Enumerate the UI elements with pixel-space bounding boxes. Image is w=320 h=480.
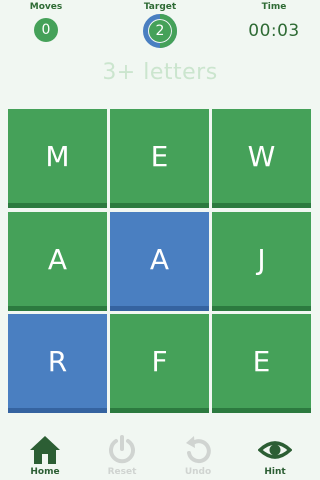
undo-label: Undo [184,467,212,477]
letter-grid: M E W A A J R F E [8,109,311,413]
time-label: Time [261,2,287,12]
target-ring: 2 [143,14,177,48]
letter-tile[interactable]: E [212,314,311,413]
moves-label: Moves [29,2,63,12]
tile-letter: R [47,344,68,378]
time-value: 00:03 [248,21,300,41]
tile-letter: A [149,242,170,276]
home-icon [30,436,60,464]
letter-tile[interactable]: A [110,212,209,311]
letter-tile[interactable]: F [110,314,209,413]
target-label: Target [143,2,177,12]
tile-letter: E [252,344,271,378]
word-length-hint: 3+ letters [102,60,218,85]
letter-tile[interactable]: W [212,109,311,208]
tile-letter: A [47,242,68,276]
letter-tile[interactable]: M [8,109,107,208]
bottom-toolbar: Home Reset Undo Hint [0,428,320,480]
target-value: 2 [149,20,171,42]
home-button[interactable]: Home [15,428,75,480]
hint-button[interactable]: Hint [245,428,305,480]
home-label: Home [30,467,60,477]
undo-icon [186,436,211,464]
moves-counter: Moves 0 [26,2,66,42]
reset-button[interactable]: Reset [92,428,152,480]
tile-letter: M [45,139,70,173]
tile-letter: J [257,242,266,276]
reset-label: Reset [107,467,137,477]
letter-tile[interactable]: E [110,109,209,208]
eye-icon [258,441,292,459]
undo-button[interactable]: Undo [168,428,228,480]
moves-value: 0 [34,18,58,42]
letter-tile[interactable]: A [8,212,107,311]
tile-letter: E [150,139,169,173]
power-icon [109,435,135,464]
letter-tile[interactable]: J [212,212,311,311]
tile-letter: F [151,344,168,378]
tile-letter: W [247,139,276,173]
timer: Time 00:03 [242,2,306,41]
hint-label: Hint [264,467,286,477]
letter-tile[interactable]: R [8,314,107,413]
target-counter: Target 2 [137,2,183,48]
